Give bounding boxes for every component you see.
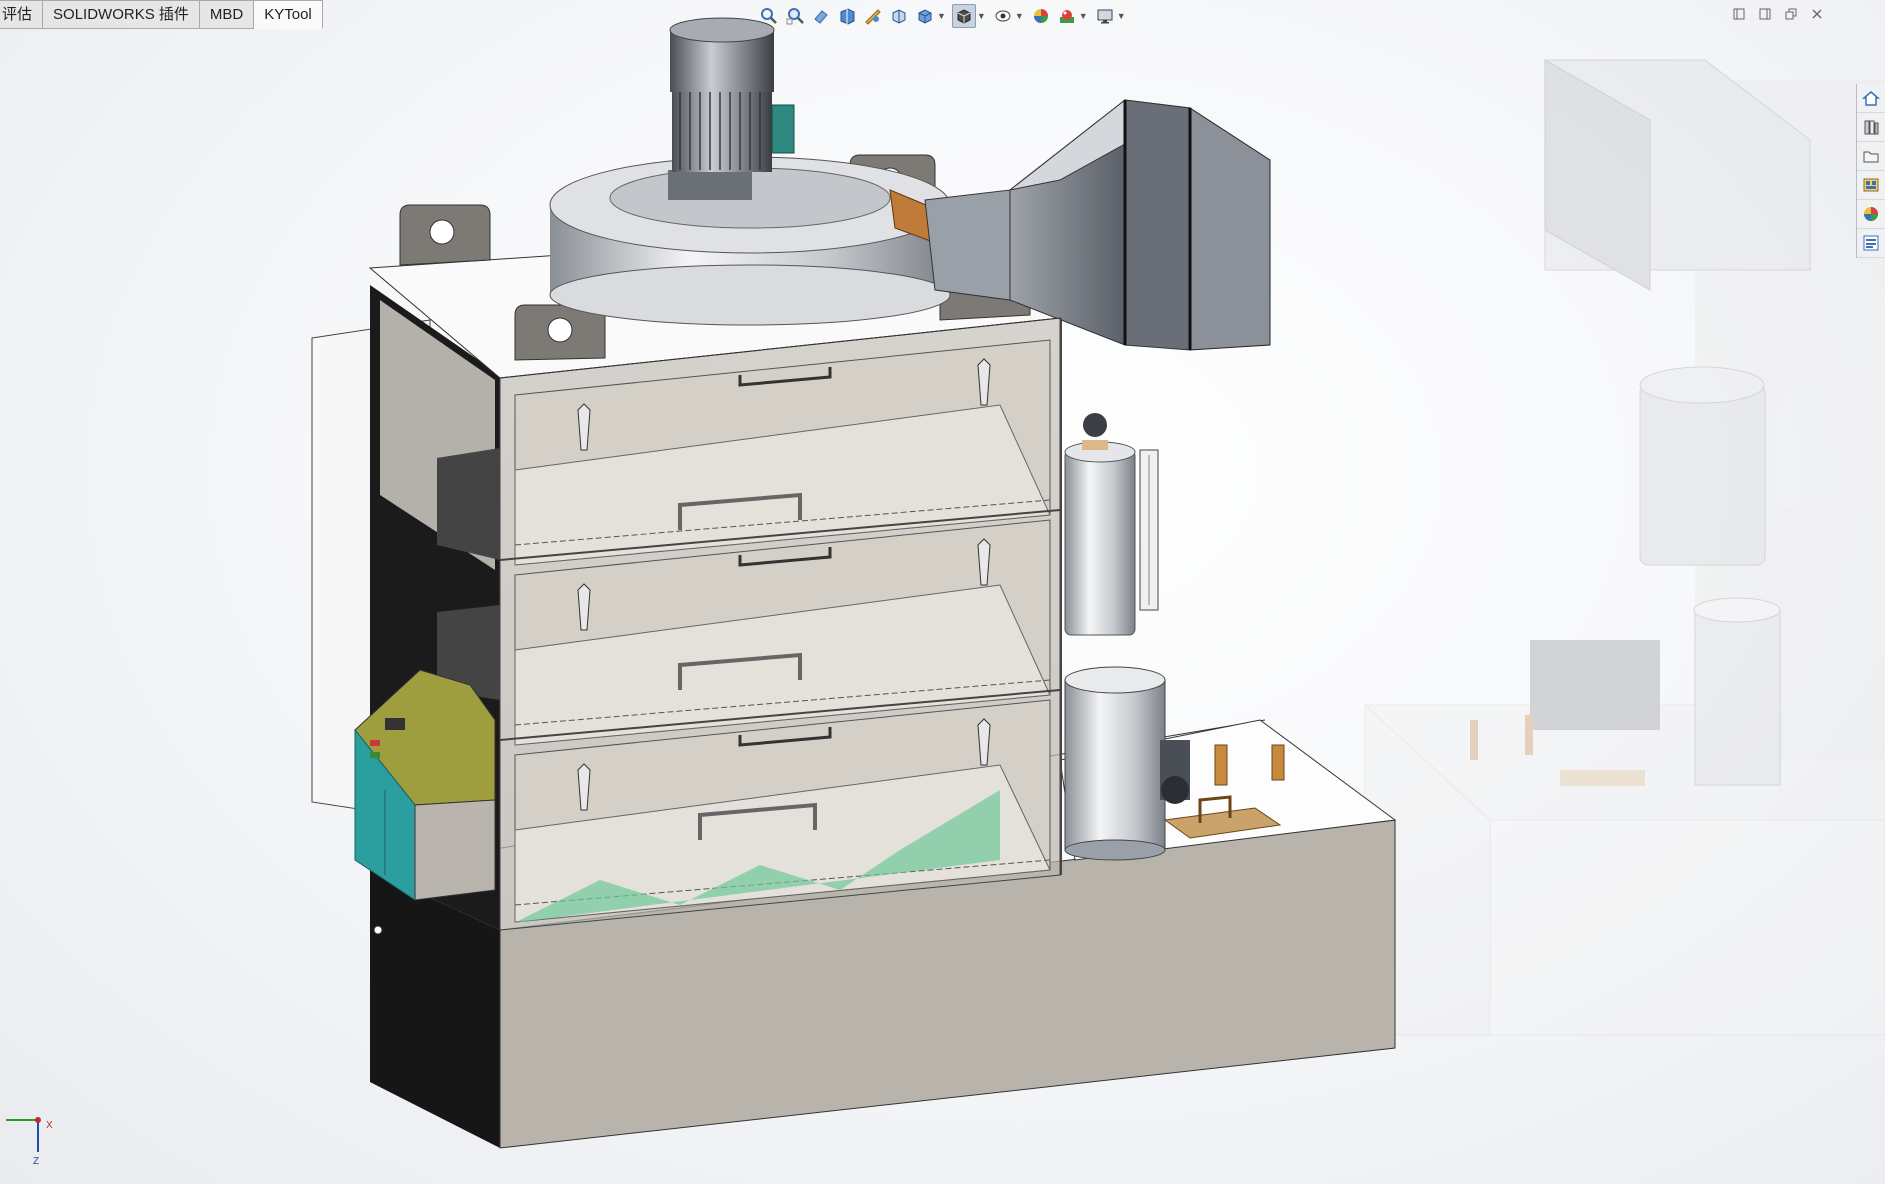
- triad-x-label: X: [46, 1120, 53, 1131]
- custom-properties-icon[interactable]: [1857, 229, 1885, 258]
- zoom-to-fit-icon[interactable]: [758, 5, 780, 27]
- hide-show-items-icon[interactable]: [992, 5, 1014, 27]
- view-orientation-icon[interactable]: [888, 5, 910, 27]
- lifting-lug: [399, 204, 491, 266]
- tab-mbd[interactable]: MBD: [199, 0, 255, 29]
- chevron-down-icon[interactable]: ▼: [1117, 11, 1126, 21]
- chevron-down-icon[interactable]: ▼: [937, 11, 946, 21]
- display-style-icon[interactable]: [951, 4, 976, 28]
- tile-horizontal-icon[interactable]: [1731, 6, 1747, 22]
- dynamic-annotation-icon[interactable]: [862, 5, 884, 27]
- chevron-down-icon[interactable]: ▼: [1079, 11, 1088, 21]
- restore-icon[interactable]: [1783, 6, 1799, 22]
- apply-scene-icon[interactable]: [1056, 5, 1078, 27]
- graphics-viewport[interactable]: [0, 0, 1885, 1184]
- previous-view-icon[interactable]: [810, 5, 832, 27]
- close-icon[interactable]: [1809, 6, 1825, 22]
- chevron-down-icon[interactable]: ▼: [977, 11, 986, 21]
- view-orientation-cube-icon[interactable]: [914, 5, 936, 27]
- appearances-scenes-icon[interactable]: [1857, 200, 1885, 229]
- main-assembly: [311, 17, 1397, 1149]
- view-settings-icon[interactable]: [1094, 5, 1116, 27]
- section-view-icon[interactable]: [836, 5, 858, 27]
- centrifugal-blower: [549, 156, 956, 326]
- zoom-to-area-icon[interactable]: [784, 5, 806, 27]
- ghosted-background-assembly: [1364, 59, 1885, 1036]
- tile-vertical-icon[interactable]: [1757, 6, 1773, 22]
- file-explorer-icon[interactable]: [1857, 142, 1885, 171]
- heating-tank: [1064, 413, 1159, 636]
- command-manager-tabs: 评估 SOLIDWORKS 插件 MBD KYTool: [0, 0, 323, 29]
- design-library-icon[interactable]: [1857, 113, 1885, 142]
- tab-kytool[interactable]: KYTool: [254, 0, 323, 29]
- collection-bucket: [1064, 666, 1166, 861]
- chevron-down-icon[interactable]: ▼: [1015, 11, 1024, 21]
- tab-solidworks-addins[interactable]: SOLIDWORKS 插件: [43, 0, 200, 29]
- view-palette-icon[interactable]: [1857, 171, 1885, 200]
- tab-evaluate[interactable]: 评估: [0, 0, 44, 29]
- document-window-controls: [1731, 6, 1825, 22]
- reference-triad: X Z: [0, 1108, 60, 1168]
- triad-z-label: Z: [33, 1156, 39, 1167]
- solidworks-resources-icon[interactable]: [1857, 84, 1885, 113]
- task-pane: [1856, 84, 1885, 258]
- edit-appearance-icon[interactable]: [1030, 5, 1052, 27]
- heads-up-view-toolbar: ▼ ▼ ▼ ▼ ▼: [758, 4, 1132, 28]
